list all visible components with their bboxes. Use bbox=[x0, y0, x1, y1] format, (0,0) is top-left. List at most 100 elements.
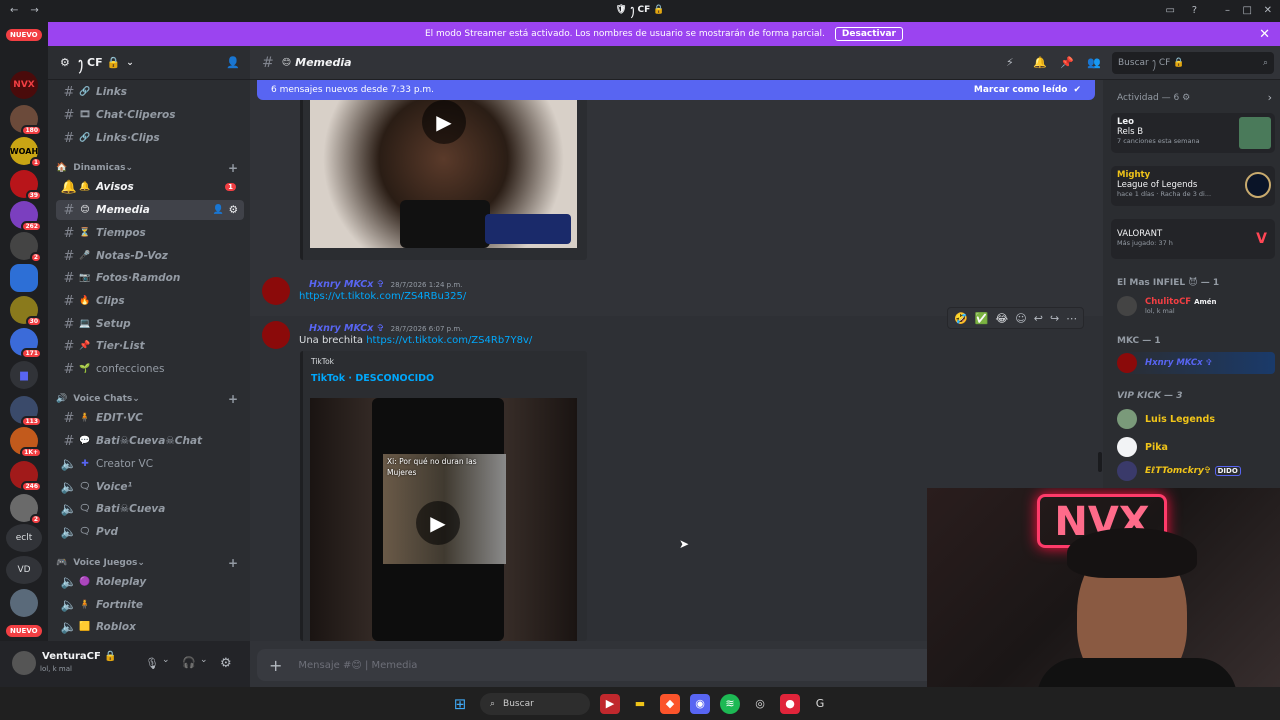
activity-card[interactable]: Mighty League of Legends hace 1 días · R… bbox=[1111, 166, 1275, 206]
play-icon[interactable]: ▶ bbox=[422, 100, 466, 144]
add-member-icon[interactable]: 👤 bbox=[226, 56, 240, 69]
message-link[interactable]: https://vt.tiktok.com/ZS4RBu325/ bbox=[299, 291, 466, 302]
members-icon[interactable]: 👥 bbox=[1087, 56, 1101, 69]
video-thumbnail[interactable]: Xi: Por qué no duran las Mujeres ▶ bbox=[310, 398, 577, 641]
server-icon[interactable]: 1K+ bbox=[10, 427, 42, 458]
avatar[interactable] bbox=[262, 277, 290, 305]
spotify-icon[interactable]: ≋ bbox=[720, 693, 740, 714]
channel-pvd[interactable]: 🔈 🗨 Pvd bbox=[56, 522, 244, 542]
user-settings-icon[interactable]: ⚙ bbox=[220, 656, 232, 671]
folder-icon[interactable]: ▆ bbox=[10, 361, 38, 389]
inbox-icon[interactable]: ▭ bbox=[1166, 5, 1175, 16]
reaction-check-icon[interactable]: ✅ bbox=[975, 312, 989, 325]
minimize-icon[interactable]: – bbox=[1225, 5, 1230, 16]
help-icon[interactable]: ? bbox=[1192, 5, 1197, 16]
server-icon[interactable]: 30 bbox=[10, 296, 42, 327]
channel-links-clips[interactable]: # 🔗 Links·Clips bbox=[56, 128, 244, 148]
server-icon[interactable]: 262 bbox=[10, 201, 42, 232]
add-channel-icon[interactable]: + bbox=[228, 556, 238, 570]
channel-memedia[interactable]: # 😊 Memedia 👤 ⚙ bbox=[56, 200, 244, 220]
channel-avisos[interactable]: 🔔 🔔 Avisos 1 bbox=[56, 177, 244, 197]
channel-edit-vc[interactable]: # 🧍 EDIT·VC bbox=[56, 408, 244, 428]
server-icon-vd[interactable]: VD bbox=[6, 556, 42, 584]
mark-read-button[interactable]: Marcar como leído bbox=[974, 85, 1068, 95]
server-icon-woah[interactable]: WOAH 1 bbox=[10, 137, 42, 168]
pin-icon[interactable]: 📌 bbox=[1060, 56, 1074, 69]
message-author[interactable]: Hxnry MKCx ✞ bbox=[309, 323, 385, 334]
channel-tiempos[interactable]: # ⏳ Tiempos bbox=[56, 223, 244, 243]
video-thumbnail[interactable]: ▶ bbox=[310, 100, 577, 248]
activity-card[interactable]: VALORANT Más jugado: 37 h V bbox=[1111, 219, 1275, 259]
channel-creator-vc[interactable]: 🔈 ✚ Creator VC bbox=[56, 454, 244, 474]
reaction-smile-icon[interactable]: 😂 bbox=[995, 312, 1008, 325]
attach-plus-icon[interactable]: + bbox=[269, 656, 282, 675]
channel-chat-clipers[interactable]: # 🎞 Chat·Cliperos bbox=[56, 105, 244, 125]
channel-clips[interactable]: # 🔥 Clips bbox=[56, 291, 244, 311]
server-icon[interactable]: 2 bbox=[10, 232, 42, 263]
server-icon-nvx[interactable]: NVX bbox=[10, 71, 38, 99]
activity-card[interactable]: Leo Rels B 7 canciones esta semana bbox=[1111, 113, 1275, 153]
member-item[interactable]: ChulitoCF Amén lol, k mal bbox=[1117, 295, 1217, 317]
taskbar-search[interactable]: ⌕ Buscar bbox=[480, 692, 590, 715]
member-item[interactable]: Hxnry MKCx ✞ bbox=[1117, 352, 1275, 374]
category-voice-chats[interactable]: 🔊 Voice Chats ⌄ + bbox=[56, 392, 244, 406]
reaction-laugh-icon[interactable]: 🤣 bbox=[954, 312, 968, 325]
avatar[interactable] bbox=[262, 321, 290, 349]
scrollbar[interactable] bbox=[1098, 452, 1102, 472]
server-icon[interactable]: 113 bbox=[10, 396, 42, 427]
bell-icon[interactable]: 🔔 bbox=[1033, 56, 1047, 69]
play-icon[interactable]: ▶ bbox=[416, 501, 460, 545]
channel-tierlist[interactable]: # 📌 Tier·List bbox=[56, 336, 244, 356]
server-icon[interactable] bbox=[10, 589, 38, 617]
microphone-icon[interactable]: 🎙 bbox=[145, 657, 159, 670]
more-icon[interactable]: ⋯ bbox=[1066, 312, 1077, 325]
member-item[interactable]: Pika bbox=[1117, 436, 1168, 458]
chevron-down-icon[interactable]: ⌄ bbox=[162, 655, 170, 665]
discord-icon[interactable]: ◉ bbox=[690, 693, 710, 714]
deactivate-button[interactable]: Desactivar bbox=[834, 27, 903, 41]
channel-fotos[interactable]: # 📷 Fotos·Ramdon bbox=[56, 268, 244, 288]
server-icon-active[interactable] bbox=[10, 264, 38, 292]
member-item[interactable]: EℓTTomckry✞ DIDO bbox=[1117, 460, 1241, 482]
channel-roleplay[interactable]: 🔈 🟣 Roleplay bbox=[56, 572, 244, 592]
search-input[interactable]: Buscar ꫂ CF 🔒 ⌕ bbox=[1112, 52, 1274, 74]
server-icon[interactable]: 171 bbox=[10, 328, 42, 359]
avatar[interactable] bbox=[12, 651, 36, 675]
record-app-icon[interactable]: ● bbox=[780, 693, 800, 714]
g-app-icon[interactable]: G bbox=[810, 694, 830, 714]
obs-icon[interactable]: ◎ bbox=[750, 694, 770, 714]
invite-icon[interactable]: 👤 bbox=[213, 205, 224, 215]
brave-icon[interactable]: ◆ bbox=[660, 693, 680, 714]
channel-bati-cueva[interactable]: 🔈 🗨 Bati☠Cueva bbox=[56, 499, 244, 519]
server-header[interactable]: ⚙ ꫂ CF 🔒 ⌄ 👤 bbox=[48, 46, 250, 80]
threads-icon[interactable]: ⚡ bbox=[1006, 56, 1014, 69]
server-icon-ecllt[interactable]: eclt bbox=[6, 524, 42, 552]
forward-icon[interactable]: ↪ bbox=[1050, 312, 1059, 325]
settings-icon[interactable]: ⚙ bbox=[229, 204, 238, 216]
chevron-down-icon[interactable]: ⌄ bbox=[200, 655, 208, 665]
file-explorer-icon[interactable]: ▬ bbox=[630, 694, 650, 714]
reply-icon[interactable]: ↩ bbox=[1034, 312, 1043, 325]
message-author[interactable]: Hxnry MKCx ✞ bbox=[309, 279, 385, 290]
server-icon[interactable]: 2 bbox=[10, 494, 42, 525]
maximize-icon[interactable]: □ bbox=[1243, 5, 1252, 16]
server-icon[interactable]: 180 bbox=[10, 105, 42, 136]
channel-bati-chat[interactable]: # 💬 Bati☠Cueva☠Chat bbox=[56, 431, 244, 451]
channel-links[interactable]: # 🔗 Links bbox=[56, 82, 244, 102]
member-item[interactable]: Luis Legends bbox=[1117, 408, 1215, 430]
server-icon[interactable]: 246 bbox=[10, 461, 42, 492]
category-voice-juegos[interactable]: 🎮 Voice Juegos ⌄ + bbox=[56, 556, 244, 570]
embed-title[interactable]: TikTok · DESCONOCIDO bbox=[311, 373, 434, 384]
youtube-icon[interactable]: ▶ bbox=[600, 693, 620, 714]
close-banner-icon[interactable]: ✕ bbox=[1259, 27, 1270, 42]
channel-voice[interactable]: 🔈 🗨 Voice¹ bbox=[56, 477, 244, 497]
new-messages-bar[interactable]: 6 mensajes nuevos desde 7:33 p.m. Marcar… bbox=[257, 80, 1095, 100]
channel-fortnite[interactable]: 🔈 🧍 Fortnite bbox=[56, 595, 244, 615]
chevron-right-icon[interactable]: › bbox=[1268, 91, 1272, 104]
headphones-icon[interactable]: 🎧 bbox=[182, 656, 196, 669]
close-window-icon[interactable]: ✕ bbox=[1264, 5, 1272, 16]
channel-roblox[interactable]: 🔈 🟨 Roblox bbox=[56, 617, 244, 637]
server-icon[interactable]: 39 bbox=[10, 170, 42, 201]
add-channel-icon[interactable]: + bbox=[228, 392, 238, 406]
channel-setup[interactable]: # 💻 Setup bbox=[56, 314, 244, 334]
